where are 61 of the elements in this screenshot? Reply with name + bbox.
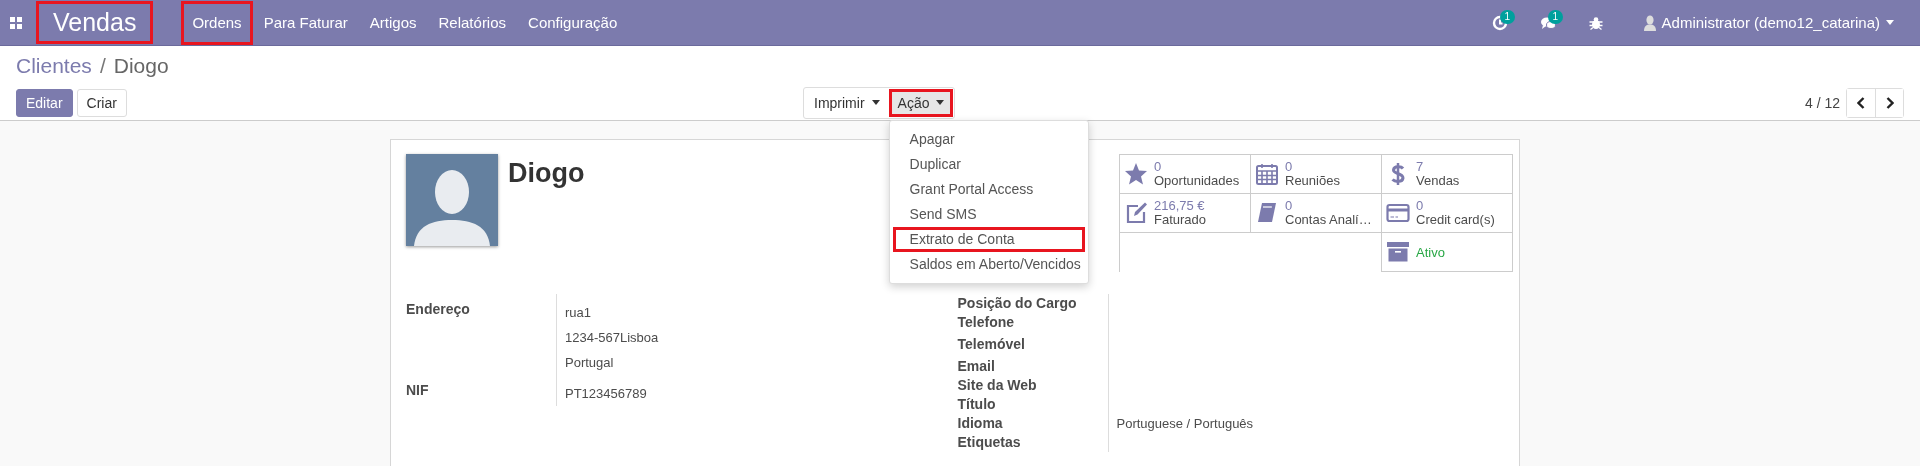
field-label: Endereço [406, 300, 471, 319]
partner-name: Diogo [508, 158, 585, 189]
field-value: Portuguese / Português [1116, 415, 1255, 433]
grid-icon [10, 16, 22, 29]
caret-icon [1886, 20, 1894, 25]
field-value: Portugal [565, 354, 615, 372]
menu-item[interactable]: Relatórios [427, 0, 518, 45]
credit-card-icon [1386, 201, 1410, 225]
field-label: Posição do Cargo [957, 294, 1078, 313]
caret-icon [936, 100, 945, 105]
smart-button[interactable]: 7 Vendas [1382, 155, 1513, 194]
smart-button[interactable]: 216,75 € Faturado [1120, 194, 1251, 233]
avatar-icon [406, 154, 498, 246]
dropdown-item[interactable]: Apagar [892, 126, 1085, 152]
pencil-square-icon [1124, 201, 1148, 225]
smart-button[interactable]: 0 Oportunidades [1120, 155, 1251, 194]
counter-badge: 1 [1499, 9, 1516, 24]
smart-button[interactable]: 0 Reuniões [1251, 155, 1382, 194]
app-brand: Vendas [36, 1, 154, 44]
dropdown-item[interactable]: Duplicar [892, 151, 1085, 177]
chevron-right-icon [1885, 96, 1894, 109]
breadcrumb-separator: / [99, 54, 106, 78]
menu-item[interactable]: Ordens [181, 0, 253, 45]
field-value: PT123456789 [565, 385, 648, 403]
field-label: NIF [406, 381, 430, 400]
clock-icon [1491, 14, 1508, 31]
counter-badge: 1 [1547, 9, 1564, 24]
book-icon [1255, 201, 1279, 225]
caret-icon [871, 100, 880, 105]
smart-button[interactable]: 0 Contas Analí… [1251, 194, 1382, 233]
create-button[interactable]: Criar [76, 88, 127, 117]
smart-button[interactable]: 0 Credit card(s) [1382, 194, 1513, 233]
menu-item[interactable]: Artigos [358, 0, 428, 45]
field-value: rua1 [565, 304, 593, 322]
field-label: Telemóvel [957, 335, 1026, 354]
dropdown-item[interactable]: Grant Portal Access [892, 176, 1085, 202]
user-menu-button[interactable]: Administrator (demo12_catarina) [1637, 13, 1900, 32]
next-button[interactable] [1875, 88, 1903, 117]
dropdown-item[interactable]: Extrato de Conta [892, 226, 1085, 252]
dropdown-item[interactable]: Send SMS [892, 201, 1085, 227]
field-label: Idioma [957, 414, 1004, 433]
bug-icon [1587, 14, 1604, 31]
breadcrumb-current: Diogo [113, 54, 169, 78]
field-label: Site da Web [957, 376, 1038, 395]
field-label: Etiquetas [957, 433, 1022, 452]
chevron-left-icon [1857, 96, 1865, 109]
pager-counter: 4 / 12 [1804, 94, 1840, 111]
field-value: 1234-567Lisboa [565, 329, 660, 347]
star-icon [1124, 162, 1148, 186]
calendar-icon [1255, 162, 1279, 186]
user-icon [1643, 14, 1656, 31]
menu-item[interactable]: Configuração [517, 0, 629, 45]
field-label: Título [957, 395, 997, 414]
edit-button[interactable]: Editar [16, 88, 73, 117]
field-label: Email [957, 357, 996, 376]
archive-box-icon [1386, 240, 1410, 264]
breadcrumb-link[interactable]: Clientes [16, 54, 92, 78]
menu-item[interactable]: Para Faturar [252, 0, 359, 45]
field-label: Telefone [957, 313, 1016, 332]
dropdown-item[interactable]: Saldos em Aberto/Vencidos [892, 251, 1085, 277]
dropdown-button[interactable]: Ação [888, 88, 954, 117]
